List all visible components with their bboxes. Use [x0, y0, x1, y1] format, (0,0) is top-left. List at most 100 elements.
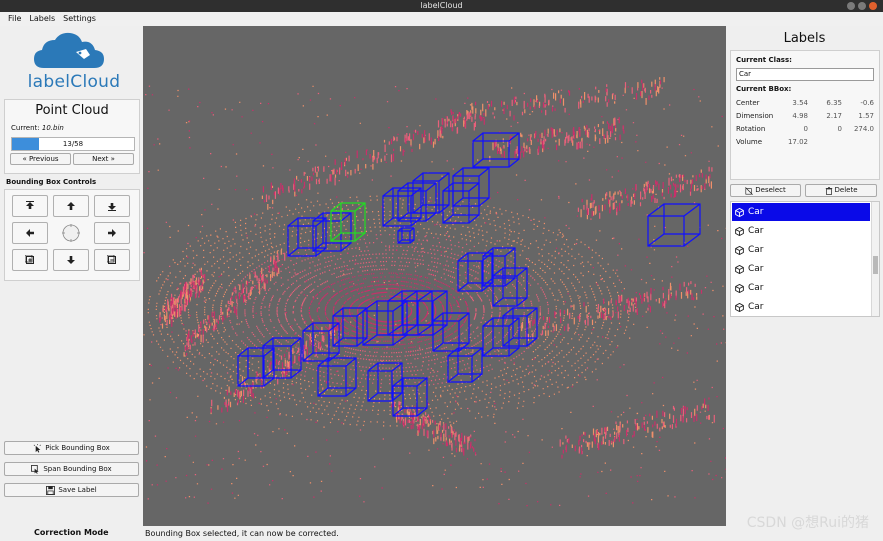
move-forward-button[interactable]: [53, 195, 89, 217]
delete-button[interactable]: Delete: [805, 184, 877, 197]
current-file-row: Current: 10.bin: [11, 124, 64, 132]
bbox-controls-title: Bounding Box Controls: [6, 178, 97, 186]
bounding-box[interactable]: [647, 203, 701, 247]
cube-icon: [735, 264, 744, 274]
move-up-icon: [26, 201, 34, 209]
trash-icon: [825, 186, 832, 195]
deselect-button[interactable]: Deselect: [730, 184, 801, 197]
bounding-box[interactable]: [397, 182, 437, 222]
label-list-item[interactable]: Car: [732, 203, 870, 221]
label-list: Car Car Car Car Car Car: [730, 201, 880, 317]
logo-text: labelCloud: [27, 72, 121, 92]
bbox-controls-panel: [4, 189, 140, 281]
label-list-item-text: Car: [748, 264, 764, 274]
cloud-logo-icon: [34, 32, 104, 68]
move-down-button[interactable]: [94, 195, 130, 217]
move-left-button[interactable]: [12, 222, 48, 244]
menu-file[interactable]: File: [8, 14, 21, 23]
bbox-row-dimension: Dimension 4.98 2.17 1.57: [736, 112, 874, 122]
bbox-row-volume: Volume 17.02: [736, 138, 874, 148]
bounding-box[interactable]: [387, 290, 433, 336]
cube-icon: [735, 226, 744, 236]
menu-labels[interactable]: Labels: [29, 14, 55, 23]
point-cloud-viewer[interactable]: [143, 26, 726, 526]
current-class-input[interactable]: Car: [736, 68, 874, 81]
watermark: CSDN @想Rui的猪: [746, 515, 869, 531]
volume-value: 17.02: [787, 138, 808, 146]
move-backward-icon: [67, 256, 75, 264]
bbox-row-name: Center: [736, 99, 760, 107]
mode-label: Correction Mode: [34, 528, 109, 537]
move-up-button[interactable]: [12, 195, 48, 217]
move-right-button[interactable]: [94, 222, 130, 244]
labels-title: Labels: [783, 31, 826, 46]
current-label: Current:: [11, 124, 40, 132]
label-list-item[interactable]: Car: [732, 298, 870, 316]
save-label-button[interactable]: Save Label: [4, 483, 139, 497]
progress-text: 13/58: [62, 140, 84, 148]
window-title: labelCloud: [420, 1, 463, 10]
maximize-icon[interactable]: [858, 2, 866, 10]
label-list-item-text: Car: [748, 283, 764, 293]
current-file-name: 10.bin: [41, 124, 64, 132]
span-bbox-label: Span Bounding Box: [43, 465, 112, 473]
move-left-icon: [26, 229, 34, 237]
dimension-width[interactable]: 2.17: [820, 112, 842, 120]
move-forward-icon: [67, 202, 75, 210]
point-cloud-canvas[interactable]: [143, 26, 726, 526]
file-progress-bar: 13/58: [11, 137, 135, 151]
label-list-item-text: Car: [748, 245, 764, 255]
label-list-scrollbar[interactable]: [871, 202, 879, 316]
bbox-row-name: Volume: [736, 138, 763, 146]
save-icon: [46, 485, 56, 495]
label-list-item-text: Car: [748, 226, 764, 236]
bounding-box[interactable]: [312, 212, 352, 252]
cube-icon: [735, 245, 744, 255]
rotation-x[interactable]: 0: [786, 125, 808, 133]
bounding-boxes: [237, 132, 701, 417]
next-button[interactable]: Next »: [73, 153, 134, 165]
label-list-item[interactable]: Car: [732, 279, 870, 297]
decrease-button[interactable]: [94, 249, 130, 271]
dimension-length[interactable]: 4.98: [786, 112, 808, 120]
cube-icon: [735, 207, 744, 217]
menu-settings[interactable]: Settings: [63, 14, 96, 23]
menu-bar: File Labels Settings: [0, 12, 883, 26]
scrollbar-thumb[interactable]: [873, 256, 878, 274]
label-list-item[interactable]: Car: [732, 260, 870, 278]
increase-icon: [25, 255, 34, 264]
rotation-y[interactable]: 0: [820, 125, 842, 133]
move-down-icon: [108, 203, 116, 211]
save-label-text: Save Label: [58, 486, 97, 494]
center-y[interactable]: 6.35: [820, 99, 842, 107]
minimize-icon[interactable]: [847, 2, 855, 10]
app-logo: labelCloud: [20, 28, 128, 92]
center-z[interactable]: -0.6: [852, 99, 874, 107]
span-bbox-button[interactable]: Span Bounding Box: [4, 462, 139, 476]
bounding-box[interactable]: [472, 132, 520, 168]
current-bbox-label: Current BBox:: [736, 85, 792, 93]
label-list-item[interactable]: Car: [732, 222, 870, 240]
span-box-icon: [31, 464, 39, 474]
bounding-box[interactable]: [452, 167, 490, 207]
point-cloud-layer: [143, 82, 726, 506]
close-icon[interactable]: [869, 2, 877, 10]
increase-button[interactable]: [12, 249, 48, 271]
labels-panel: Labels Current Class: Car Current BBox: …: [726, 26, 883, 526]
bbox-row-center: Center 3.54 6.35 -0.6: [736, 99, 874, 109]
bounding-box[interactable]: [382, 187, 422, 227]
pick-bbox-button[interactable]: Pick Bounding Box: [4, 441, 139, 455]
label-list-item-text: Car: [748, 207, 764, 217]
rotation-z[interactable]: 274.0: [852, 125, 874, 133]
rotate-dial[interactable]: [53, 222, 89, 244]
current-class-box: Current Class: Car Current BBox: Center …: [730, 50, 880, 180]
center-x[interactable]: 3.54: [786, 99, 808, 107]
previous-button[interactable]: « Previous: [10, 153, 71, 165]
label-list-item[interactable]: Car: [732, 241, 870, 259]
move-backward-button[interactable]: [53, 249, 89, 271]
move-right-icon: [108, 229, 116, 237]
deselect-icon: [745, 186, 754, 195]
window-titlebar: labelCloud: [0, 0, 883, 12]
rotate-dial-icon: [62, 224, 80, 242]
dimension-height[interactable]: 1.57: [852, 112, 874, 120]
